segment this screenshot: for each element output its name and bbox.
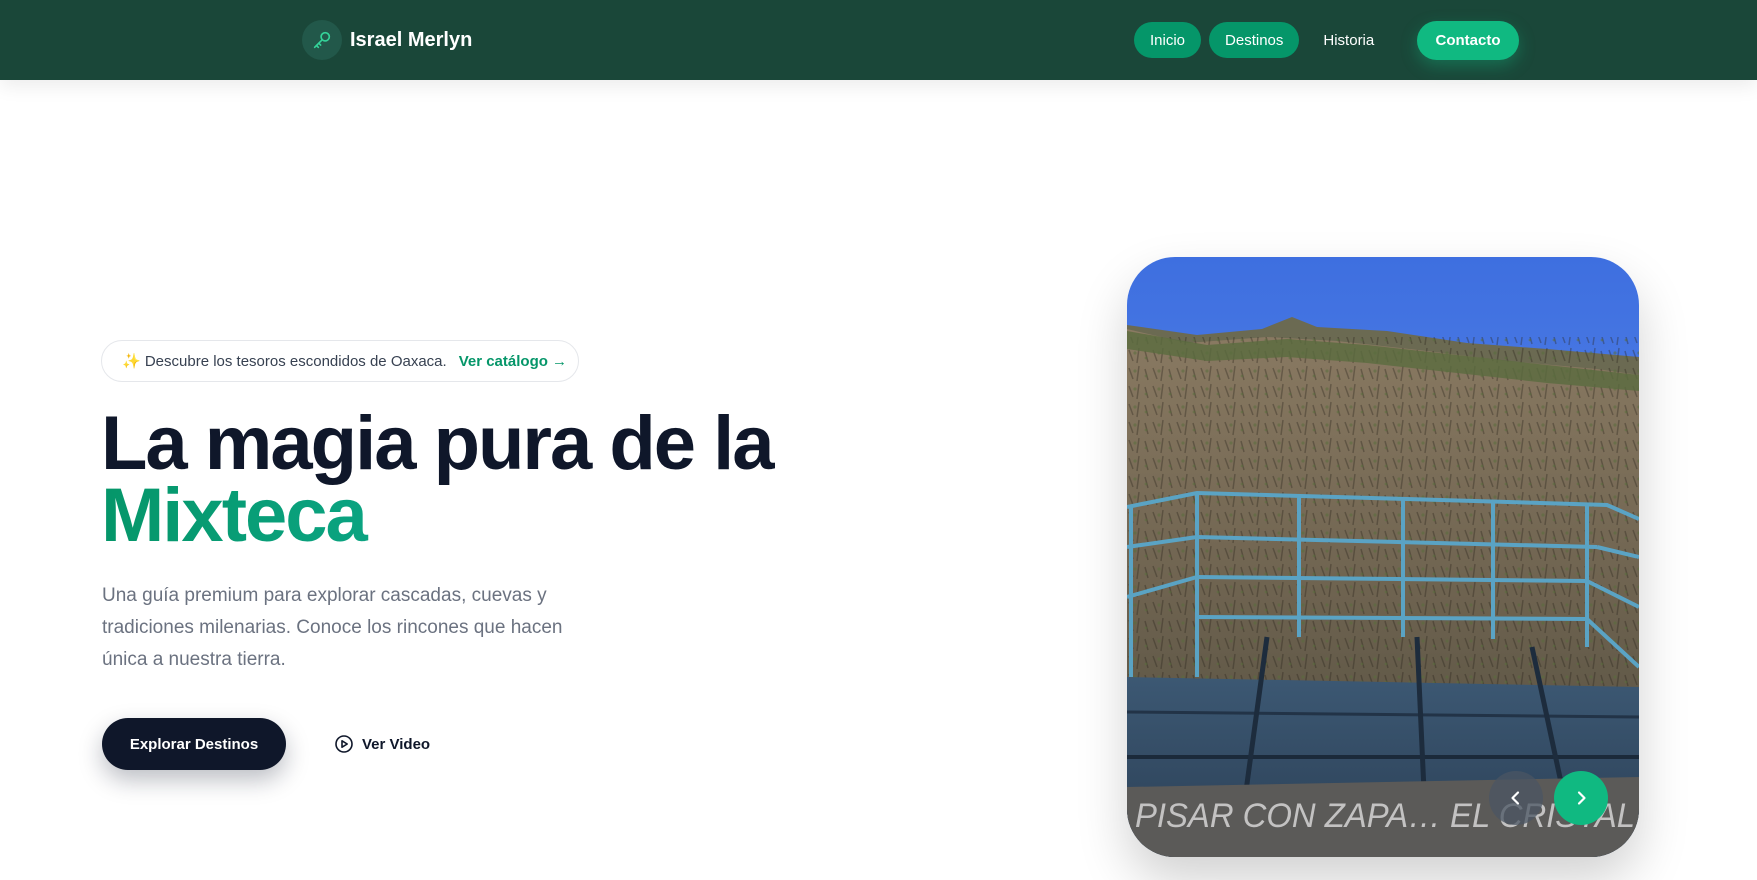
watch-video-button[interactable]: Ver Video: [334, 730, 430, 758]
explore-destinations-button[interactable]: Explorar Destinos: [102, 718, 286, 770]
chevron-left-icon: [1507, 789, 1525, 807]
carousel-prev-button[interactable]: [1489, 771, 1543, 825]
contact-button[interactable]: Contacto: [1417, 21, 1519, 60]
nav-links: Inicio Destinos Historia: [1134, 22, 1390, 58]
badge-text: ✨ Descubre los tesoros escondidos de Oax…: [122, 353, 447, 370]
navbar: Israel Merlyn Inicio Destinos Historia C…: [0, 0, 1757, 80]
destination-carousel[interactable]: PISAR CON ZAPA… EL CRISTAL: [1127, 257, 1639, 857]
carousel-photo: PISAR CON ZAPA… EL CRISTAL: [1127, 257, 1639, 857]
brand-name: Israel Merlyn: [350, 28, 473, 51]
carousel-next-button[interactable]: [1554, 771, 1608, 825]
key-icon: [302, 20, 342, 60]
watch-video-label: Ver Video: [362, 735, 431, 753]
brand[interactable]: Israel Merlyn: [302, 20, 472, 60]
hero-title: La magia pura de la Mixteca: [101, 406, 775, 554]
catalog-link[interactable]: Ver catálogo →: [459, 353, 567, 370]
hero-title-accent: Mixteca: [101, 478, 773, 554]
hero-subtitle: Una guía premium para explorar cascadas,…: [102, 585, 563, 670]
nav-link-historia[interactable]: Historia: [1307, 22, 1390, 58]
nav-link-inicio[interactable]: Inicio: [1134, 22, 1202, 58]
chevron-right-icon: [1572, 789, 1590, 807]
nav-link-destinos[interactable]: Destinos: [1209, 22, 1300, 58]
play-circle-icon: [334, 734, 354, 754]
hero-badge: ✨ Descubre los tesoros escondidos de Oax…: [101, 340, 579, 382]
